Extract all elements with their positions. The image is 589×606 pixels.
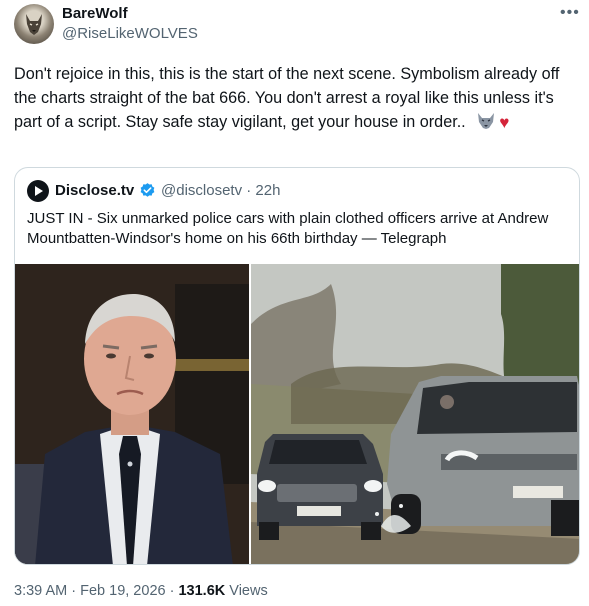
views-label: Views xyxy=(229,583,268,599)
meta-separator: · xyxy=(71,583,77,599)
land-rover-car xyxy=(387,376,579,536)
quote-author-name[interactable]: Disclose.tv xyxy=(55,182,134,199)
cars-photo[interactable] xyxy=(251,264,579,564)
meta-separator: · xyxy=(169,583,175,599)
verified-badge-icon xyxy=(140,183,155,197)
tweet-meta: 3:39 AM · Feb 19, 2026 · 131.6K Views xyxy=(14,583,268,599)
cars-photo-image xyxy=(251,264,579,564)
quote-age: · 22h xyxy=(246,182,281,199)
quote-handle-text: @disclosetv xyxy=(161,182,243,199)
tweet: BareWolf @RiseLikeWOLVES ••• Don't rejoi… xyxy=(0,0,589,606)
more-icon[interactable]: ••• xyxy=(560,4,580,22)
avatar[interactable] xyxy=(14,4,54,44)
tweet-date[interactable]: Feb 19, 2026 xyxy=(80,583,165,599)
author-name[interactable]: BareWolf xyxy=(62,5,128,22)
tweet-text: Don't rejoice in this, this is the start… xyxy=(14,62,574,135)
quote-media[interactable] xyxy=(15,264,579,564)
tweet-time[interactable]: 3:39 AM xyxy=(14,583,67,599)
quoted-tweet[interactable]: Disclose.tv @disclosetv · 22h JUST IN - … xyxy=(14,167,580,565)
quote-text: JUST IN - Six unmarked police cars with … xyxy=(27,210,549,247)
portrait-photo[interactable] xyxy=(15,264,249,564)
views-count[interactable]: 131.6K xyxy=(178,583,225,599)
quote-author-handle[interactable]: @disclosetv · 22h xyxy=(161,182,280,199)
author-handle[interactable]: @RiseLikeWOLVES xyxy=(62,25,198,42)
volvo-car xyxy=(257,434,383,540)
wolf-emoji-icon xyxy=(478,113,495,129)
disclose-logo-icon[interactable] xyxy=(27,180,49,202)
wolf-avatar-icon xyxy=(26,14,42,35)
heart-emoji-icon: ♥ xyxy=(499,113,510,132)
portrait-photo-image xyxy=(15,264,249,564)
